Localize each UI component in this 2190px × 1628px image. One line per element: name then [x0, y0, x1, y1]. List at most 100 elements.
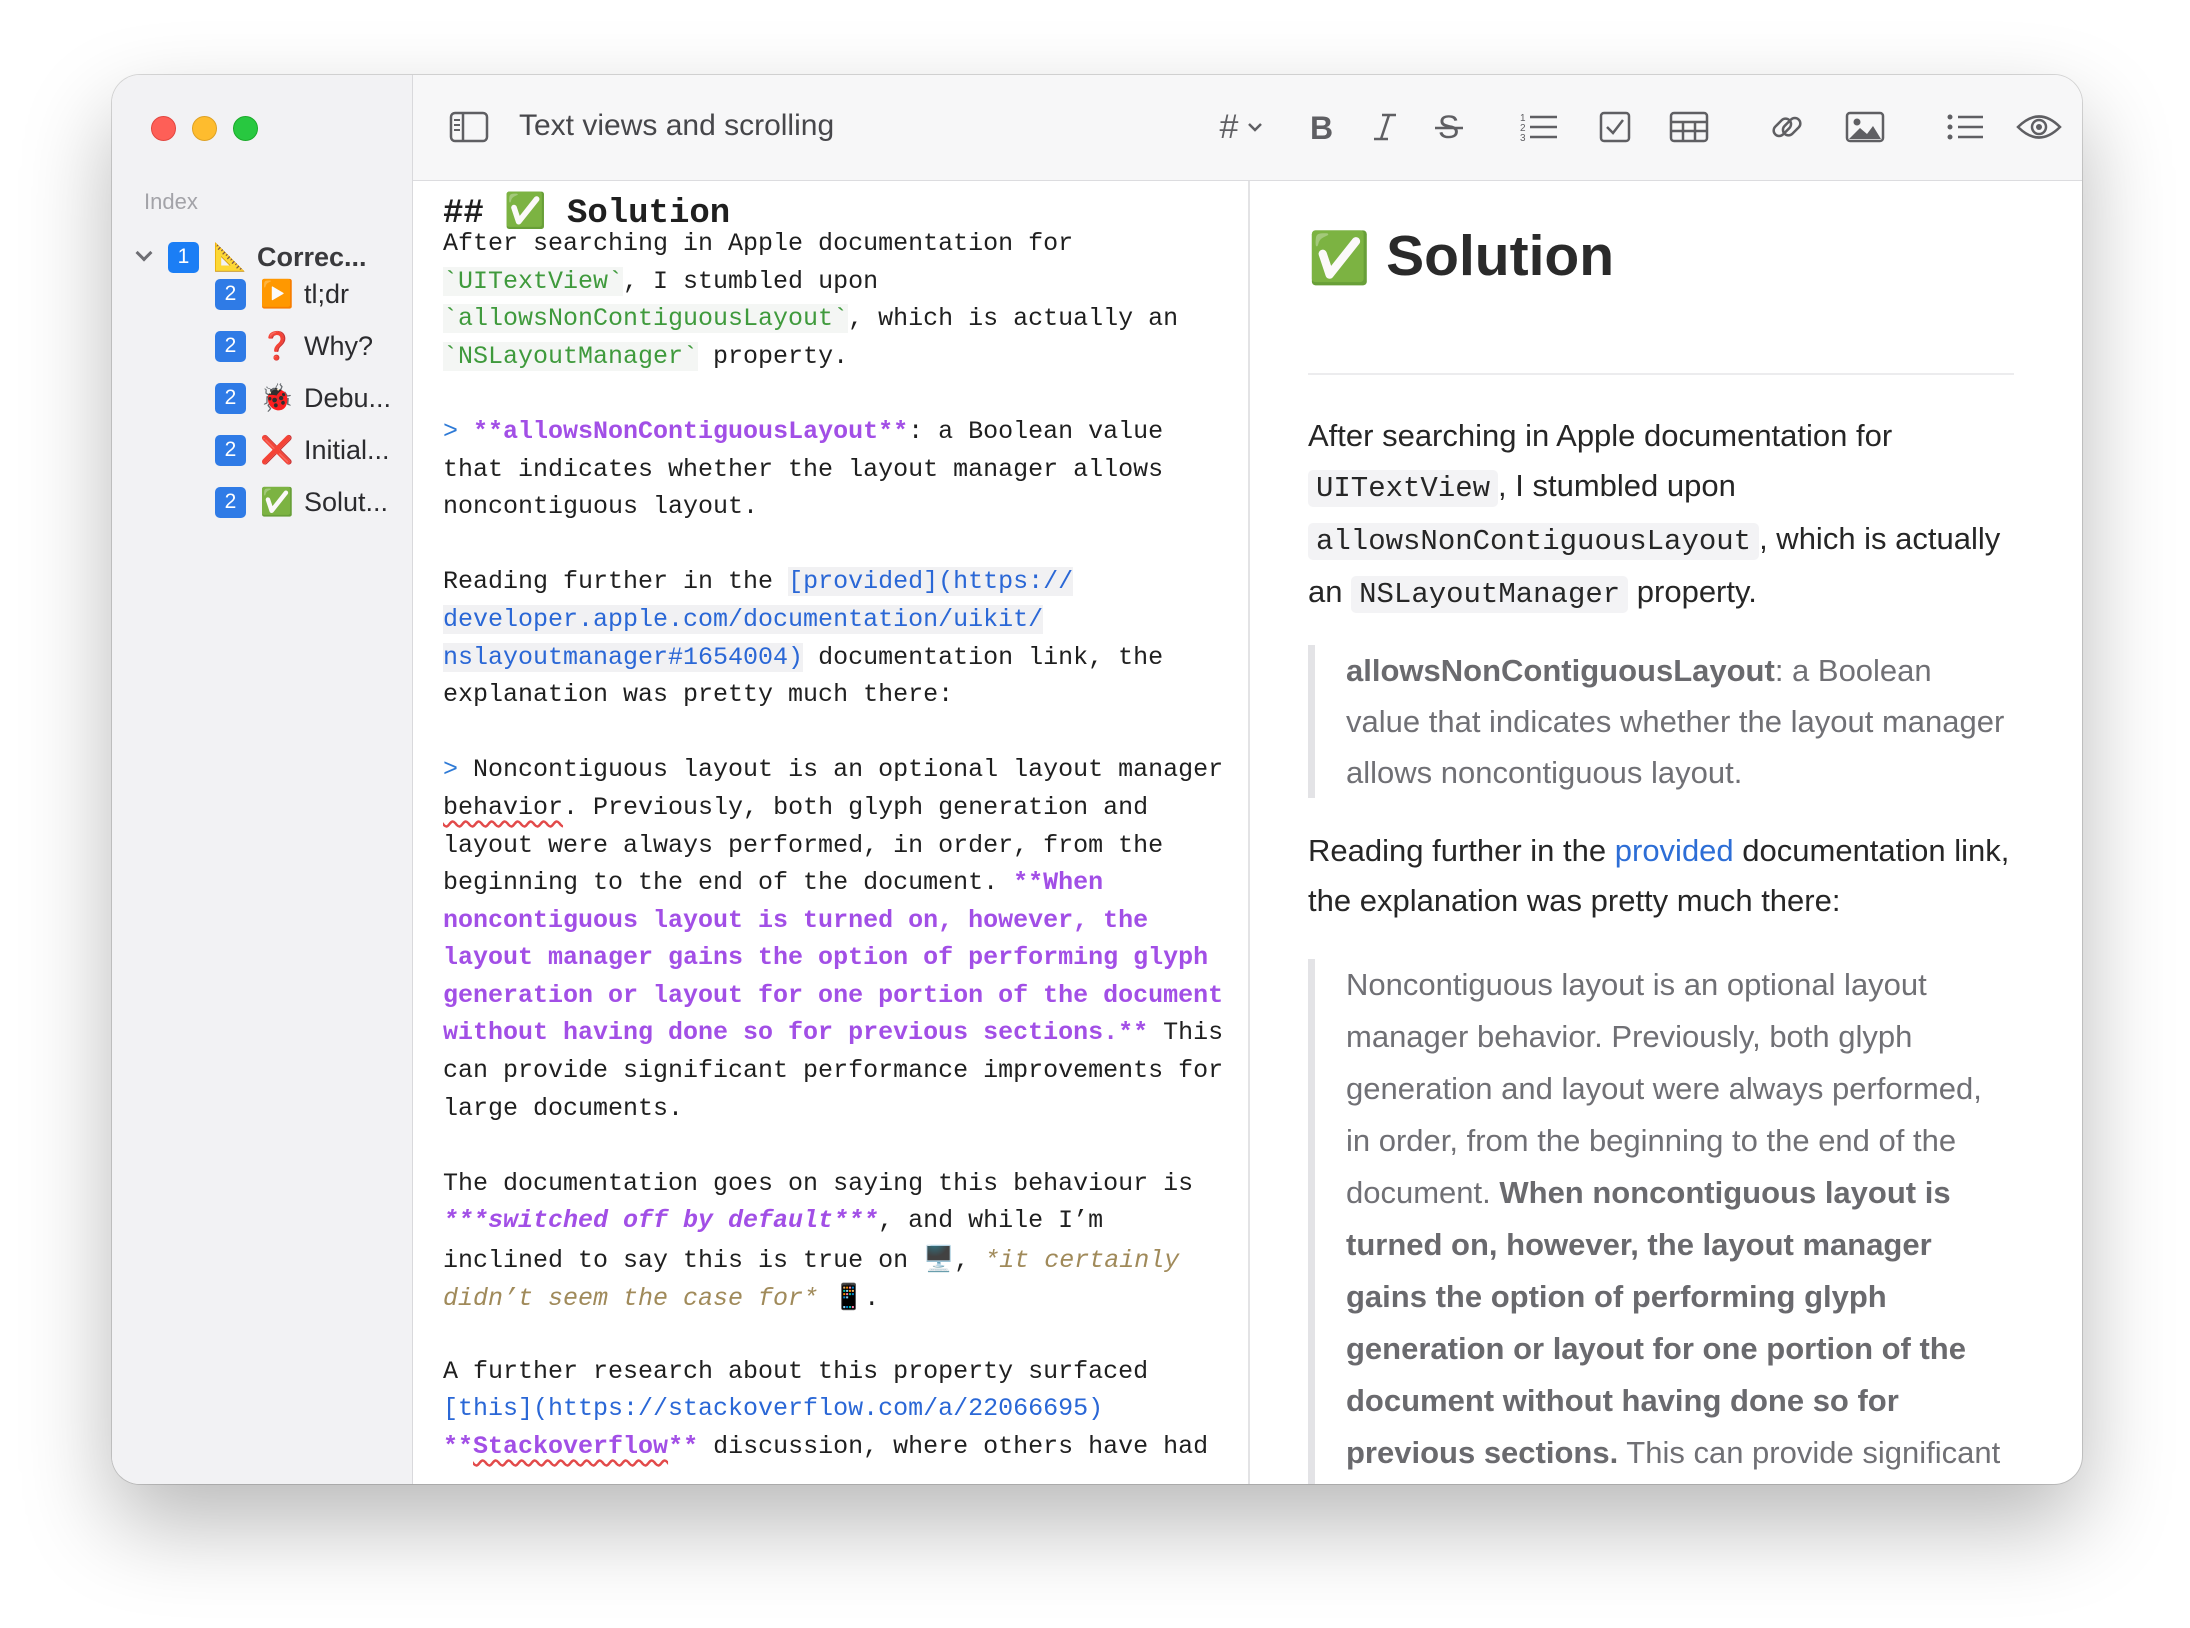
editor-line: A further research about this property s…	[443, 1356, 1149, 1386]
bold-text: layout manager gains the option of perfo…	[443, 943, 1209, 973]
outline-item[interactable]: 1 📐 Correc...	[112, 237, 367, 277]
editor-line: explanation was pretty much there:	[443, 680, 954, 710]
sidebar: Index 1 📐 Correc... 2 ▶️ tl;dr 2 ❓ Why? …	[112, 75, 413, 1484]
editor-text: , which is actually an	[848, 304, 1179, 334]
eye-icon	[2016, 115, 2062, 139]
bullet-list-button[interactable]	[1943, 105, 1987, 149]
preview-text: Noncontiguous layout is an optional layo…	[1346, 967, 1982, 1210]
link-icon	[1772, 116, 1802, 138]
table-button[interactable]	[1667, 105, 1711, 149]
heading-level-badge: 2	[215, 486, 246, 518]
editor-line: `NSLayoutManager` property.	[443, 338, 1233, 376]
preview-blockquote: Noncontiguous layout is an optional layo…	[1308, 959, 2014, 1484]
triangle-ruler-icon: 📐	[213, 242, 247, 272]
editor-text	[818, 1284, 833, 1313]
inline-code: NSLayoutManager	[1351, 576, 1629, 613]
link-markup[interactable]: [this](https://stackoverflow.com/a/22066…	[443, 1394, 1103, 1423]
link-markup[interactable]: developer.apple.com/documentation/uikit/	[443, 604, 1044, 634]
editor-text: , I stumbled upon	[623, 266, 879, 296]
preview-paragraph: After searching in Apple documentation f…	[1308, 411, 2018, 620]
italic-button[interactable]	[1363, 105, 1407, 149]
outline-item-label: Initial...	[304, 434, 390, 465]
close-window-button[interactable]	[151, 116, 176, 141]
mobile-phone-icon: 📱	[833, 1281, 865, 1311]
bold-button[interactable]: B	[1299, 105, 1343, 149]
editor-line: `UITextView`, I stumbled upon	[443, 263, 1233, 301]
numbered-list-button[interactable]: 123	[1517, 105, 1561, 149]
editor-line: `allowsNonContiguousLayout`, which is ac…	[443, 300, 1233, 338]
editor-line: that indicates whether the layout manage…	[443, 454, 1164, 484]
bold-icon: B	[1310, 111, 1333, 143]
heading-level-badge: 2	[215, 278, 246, 310]
outline-item[interactable]: 2 ▶️ tl;dr	[215, 274, 349, 314]
heading-menu-button[interactable]: #	[1207, 105, 1277, 149]
editor-line: behavior. Previously, both glyph generat…	[443, 789, 1233, 827]
editor-text: beginning to the end of the document.	[443, 868, 1014, 898]
editor-text: This	[1148, 1018, 1224, 1048]
checkbox-button[interactable]	[1593, 105, 1637, 149]
image-button[interactable]	[1843, 105, 1887, 149]
markdown-editor[interactable]: ## ✅ Solution After searching in Apple d…	[413, 181, 1250, 1484]
bold-text: **When	[1013, 868, 1104, 898]
sidebar-toggle-icon[interactable]	[447, 105, 491, 149]
outline-item[interactable]: 2 ❓ Why?	[215, 326, 373, 366]
misspelled-word[interactable]: Stackoverflow	[473, 1432, 668, 1461]
editor-line: > Noncontiguous layout is an optional la…	[443, 751, 1233, 789]
cross-mark-icon: ❌	[260, 435, 294, 465]
strikethrough-button[interactable]: S	[1427, 105, 1471, 149]
strikethrough-icon: S	[1435, 110, 1463, 144]
bold-text: without having done so for previous sect…	[443, 1018, 1149, 1048]
inline-code: UITextView	[1308, 470, 1499, 507]
bold-italic-text: ***switched off by default***	[443, 1206, 879, 1236]
editor-text: discussion, where others have had	[698, 1432, 1209, 1461]
link-markup[interactable]: [provided](https://	[788, 567, 1074, 597]
editor-line: layout were always performed, in order, …	[443, 830, 1164, 860]
preview-link[interactable]: provided	[1615, 833, 1734, 868]
table-icon	[1669, 111, 1709, 143]
editor-line: [this](https://stackoverflow.com/a/22066…	[443, 1390, 1233, 1428]
svg-text:3: 3	[1520, 133, 1526, 143]
bold-marker: **	[668, 1432, 699, 1461]
outline-item-label: Solut...	[304, 486, 389, 517]
bold-text: **allowsNonContiguousLayout**	[473, 416, 909, 446]
zoom-window-button[interactable]	[233, 116, 258, 141]
app-window: Index 1 📐 Correc... 2 ▶️ tl;dr 2 ❓ Why? …	[112, 75, 2082, 1484]
editor-text: : a Boolean value	[908, 416, 1164, 446]
editor-text: . Previously, both glyph generation and	[563, 792, 1149, 822]
hash-icon: #	[1219, 107, 1239, 146]
misspelled-word[interactable]: behavior	[443, 793, 563, 822]
bullet-list-icon	[1947, 114, 1983, 140]
preview-text: , I stumbled upon	[1498, 468, 1736, 503]
outline-item[interactable]: 2 🐞 Debu...	[215, 378, 391, 418]
outline-item-label: Debu...	[304, 382, 392, 413]
preview-toggle-button[interactable]	[2011, 105, 2067, 149]
editor-line: inclined to say this is true on 🖥️, *it …	[443, 1240, 1233, 1278]
blockquote-marker: >	[443, 755, 474, 785]
outline-item[interactable]: 2 ❌ Initial...	[215, 430, 390, 470]
heading-level-badge: 2	[215, 382, 246, 414]
blockquote-marker: >	[443, 416, 474, 446]
editor-text: .	[864, 1283, 880, 1313]
heading-level-badge: 2	[215, 434, 246, 466]
link-markup[interactable]: nslayoutmanager#1654004)	[443, 642, 804, 672]
heading-level-badge: 1	[168, 241, 199, 273]
editor-text: property.	[698, 341, 849, 371]
italic-text: didn’t seem the case for*	[443, 1283, 819, 1313]
sidebar-heading: Index	[144, 189, 198, 214]
outline-item-label: tl;dr	[304, 278, 350, 309]
check-mark-icon: ✅	[1308, 229, 1371, 287]
outline-item[interactable]: 2 ✅ Solut...	[215, 482, 388, 522]
preview-text: After searching in Apple documentation f…	[1308, 418, 1893, 453]
editor-line: Reading further in the [provided](https:…	[443, 563, 1233, 601]
minimize-window-button[interactable]	[192, 116, 217, 141]
editor-text: Noncontiguous layout is an optional layo…	[473, 755, 1224, 785]
preview-blockquote: allowsNonContiguousLayout: a Boolean val…	[1308, 645, 2014, 798]
link-button[interactable]	[1765, 105, 1809, 149]
toolbar: Text views and scrolling # B S 123	[413, 75, 2082, 181]
chevron-down-icon[interactable]	[135, 244, 153, 262]
